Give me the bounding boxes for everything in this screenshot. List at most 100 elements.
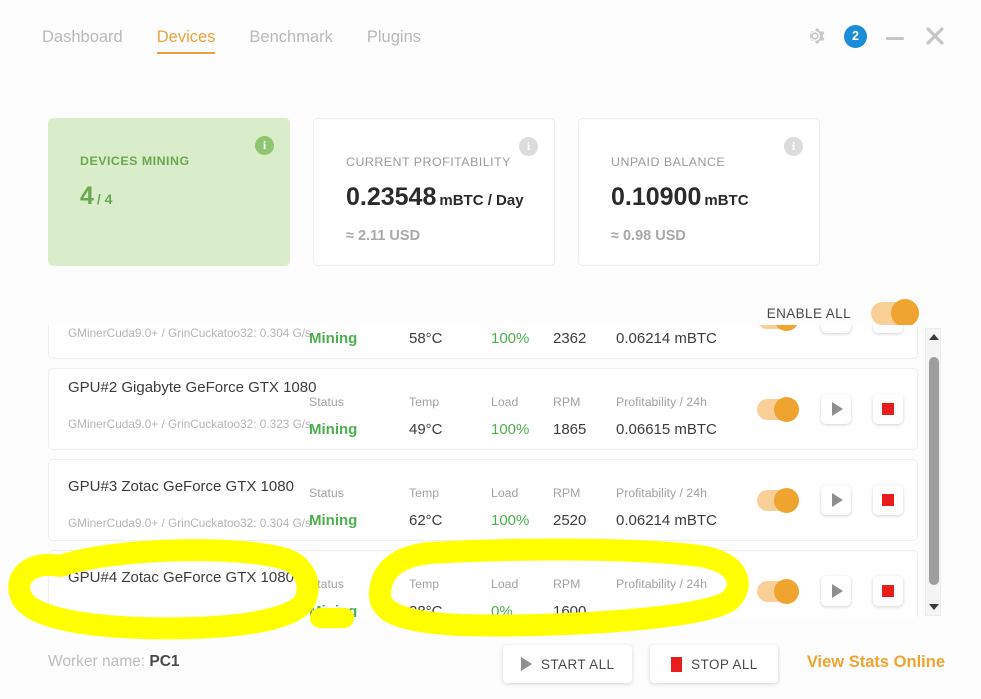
- device-temp-cell: Temp 28°C: [409, 577, 443, 617]
- notification-count: 2: [852, 29, 859, 43]
- column-header-load: Load: [491, 395, 519, 409]
- card-value: 0.10900: [611, 183, 702, 211]
- column-header-temp: Temp: [409, 486, 440, 500]
- global-actions: START ALL STOP ALL: [503, 645, 779, 683]
- device-load-cell: Load 100%: [491, 325, 529, 347]
- device-load-cell: Load 100%: [491, 395, 529, 438]
- device-rpm-value: 1600: [553, 603, 587, 617]
- chevron-up-icon: [929, 334, 939, 340]
- stop-icon: [882, 585, 894, 597]
- view-stats-online-link[interactable]: View Stats Online: [807, 653, 945, 672]
- column-header-load: Load: [491, 577, 519, 591]
- play-icon: [521, 657, 532, 671]
- device-profitability-value: 0.06214 mBTC: [616, 512, 717, 529]
- table-row[interactable]: GPU#2 Gigabyte GeForce GTX 1080 GMinerCu…: [48, 368, 918, 450]
- notification-badge[interactable]: 2: [844, 24, 867, 48]
- device-status-cell: Status Mining: [309, 395, 357, 438]
- device-rpm-value: 2362: [553, 330, 587, 347]
- device-rpm-cell: RPM 1600: [553, 577, 586, 617]
- device-temp-cell: Temp 62°C: [409, 486, 443, 529]
- start-all-label: START ALL: [541, 656, 615, 672]
- info-icon[interactable]: i: [784, 137, 803, 156]
- device-stop-button[interactable]: [873, 576, 903, 606]
- device-enable-toggle[interactable]: [757, 487, 799, 513]
- device-load-value: 100%: [491, 330, 530, 347]
- row-actions: [757, 394, 903, 424]
- device-load-cell: Load 100%: [491, 486, 529, 529]
- close-icon[interactable]: [923, 24, 947, 48]
- tab-dashboard[interactable]: Dashboard: [42, 28, 123, 54]
- device-name: GPU#3 Zotac GeForce GTX 1080: [68, 478, 294, 495]
- info-icon[interactable]: i: [519, 137, 538, 156]
- column-header-rpm: RPM: [553, 577, 581, 591]
- device-profitability-cell: Profitability / 24h - - -: [616, 577, 707, 617]
- card-subvalue: ≈ 2.11 USD: [346, 228, 421, 244]
- card-title: DEVICES MINING: [80, 154, 190, 168]
- device-temp-cell: Temp 49°C: [409, 395, 443, 438]
- tab-benchmark[interactable]: Benchmark: [249, 28, 332, 54]
- table-row[interactable]: GPU#4 Zotac GeForce GTX 1080 - - - Statu…: [48, 550, 918, 617]
- device-stop-button[interactable]: [873, 485, 903, 515]
- device-profitability-cell: Profitability / 24h 0.06214 mBTC: [616, 325, 717, 347]
- device-algorithm: - - -: [68, 607, 87, 617]
- device-list-inner: GPU#1 Gigabyte GeForce GTX 1080 GMinerCu…: [48, 325, 933, 617]
- column-header-load: Load: [491, 486, 519, 500]
- device-name: GPU#4 Zotac GeForce GTX 1080: [68, 569, 294, 586]
- tab-devices[interactable]: Devices: [156, 28, 216, 54]
- window-controls: 2: [804, 24, 947, 48]
- enable-all-label: ENABLE ALL: [766, 306, 851, 321]
- device-load-cell: Load 0%: [491, 577, 518, 617]
- device-algorithm: GMinerCuda9.0+ / GrinCuckatoo32: 0.304 G…: [68, 516, 311, 530]
- info-icon[interactable]: i: [255, 136, 274, 155]
- column-header-rpm: RPM: [553, 486, 581, 500]
- card-subvalue: ≈ 0.98 USD: [611, 228, 686, 244]
- device-temp-value: 62°C: [409, 512, 443, 529]
- card-unit: mBTC / Day: [439, 192, 524, 209]
- device-rpm-cell: RPM 2362: [553, 325, 586, 347]
- nicehash-miner-window: Dashboard Devices Benchmark Plugins 2 i …: [0, 0, 981, 699]
- device-enable-toggle[interactable]: [757, 396, 799, 422]
- footer-bar: Worker name: PC1 START ALL STOP ALL View…: [0, 633, 981, 699]
- device-start-button[interactable]: [821, 485, 851, 515]
- main-tabs: Dashboard Devices Benchmark Plugins: [42, 28, 455, 54]
- device-stop-button[interactable]: [873, 325, 903, 333]
- device-list-scrollbar[interactable]: [925, 328, 941, 616]
- device-enable-toggle[interactable]: [757, 325, 799, 331]
- column-header-status: Status: [309, 395, 344, 409]
- enable-all-toggle[interactable]: [871, 299, 919, 327]
- device-enable-toggle[interactable]: [757, 578, 799, 604]
- worker-name-value: PC1: [149, 653, 180, 670]
- device-algorithm: GMinerCuda9.0+ / GrinCuckatoo32: 0.323 G…: [68, 417, 311, 431]
- worker-name-field[interactable]: Worker name: PC1: [48, 653, 180, 671]
- device-status-cell: Status Mining: [309, 577, 357, 617]
- stop-icon: [882, 403, 894, 415]
- stop-all-button[interactable]: STOP ALL: [650, 645, 779, 683]
- start-all-button[interactable]: START ALL: [503, 645, 633, 683]
- device-rpm-cell: RPM 2520: [553, 486, 586, 529]
- device-start-button[interactable]: [821, 576, 851, 606]
- tab-dashboard-label: Dashboard: [42, 28, 123, 46]
- table-row[interactable]: GPU#1 Gigabyte GeForce GTX 1080 GMinerCu…: [48, 325, 918, 359]
- card-value-row: 0.10900 mBTC: [611, 183, 799, 212]
- scroll-up-arrow-icon[interactable]: [926, 329, 942, 345]
- card-value: 4: [80, 182, 94, 210]
- column-header-temp: Temp: [409, 395, 440, 409]
- device-start-button[interactable]: [821, 394, 851, 424]
- scrollbar-thumb[interactable]: [929, 357, 939, 585]
- device-profitability-cell: Profitability / 24h 0.06214 mBTC: [616, 486, 717, 529]
- column-header-profitability: Profitability / 24h: [616, 486, 707, 500]
- play-icon: [832, 402, 843, 416]
- enable-all-row: ENABLE ALL: [766, 299, 919, 327]
- device-start-button[interactable]: [821, 325, 851, 333]
- tab-devices-label: Devices: [156, 28, 216, 46]
- scroll-down-arrow-icon[interactable]: [926, 599, 942, 615]
- table-row[interactable]: GPU#3 Zotac GeForce GTX 1080 GMinerCuda9…: [48, 459, 918, 541]
- device-profitability-value: - - -: [616, 603, 640, 617]
- tab-plugins[interactable]: Plugins: [367, 28, 421, 54]
- device-stop-button[interactable]: [873, 394, 903, 424]
- tab-benchmark-label: Benchmark: [249, 28, 333, 46]
- minimize-icon[interactable]: [885, 26, 905, 46]
- worker-name-label: Worker name:: [48, 653, 146, 670]
- gear-icon[interactable]: [804, 25, 826, 47]
- device-status-cell: Status Mining: [309, 325, 357, 347]
